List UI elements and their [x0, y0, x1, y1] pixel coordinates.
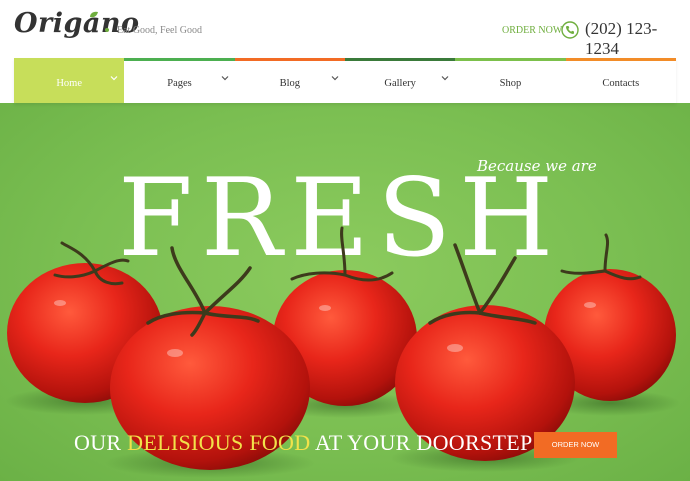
nav-item-home[interactable]: Home [14, 58, 125, 103]
nav-item-shop[interactable]: Shop [455, 58, 566, 103]
nav-item-label: Blog [279, 78, 301, 89]
nav-item-label: Gallery [384, 78, 416, 89]
nav-item-label: Contacts [602, 78, 640, 89]
nav-item-contacts[interactable]: Contacts [565, 58, 676, 103]
order-now-button[interactable]: ORDER NOW [534, 432, 617, 458]
phone-icon [561, 21, 579, 39]
logo-dot [105, 28, 109, 32]
order-now-link[interactable]: ORDER NOW [502, 25, 562, 36]
nav-item-label: Shop [499, 78, 522, 89]
nav-color-bar [455, 58, 566, 61]
nav-color-bar [14, 58, 125, 61]
chevron-down-icon [221, 76, 229, 81]
nav-item-gallery[interactable]: Gallery [344, 58, 456, 103]
nav-item-pages[interactable]: Pages [124, 58, 235, 103]
headline-part1: OUR [74, 430, 128, 455]
site-header: Origano Eat Good, Feel Good ORDER NOW (2… [0, 0, 690, 58]
hero-banner: Because we are FRESH OUR DELISIOUS FOOD … [0, 103, 690, 481]
chevron-down-icon [441, 76, 449, 81]
nav-item-blog[interactable]: Blog [234, 58, 345, 103]
hero-headline: OUR DELISIOUS FOOD AT YOUR DOORSTEP! [74, 430, 540, 456]
chevron-down-icon [331, 76, 339, 81]
headline-accent: DELISIOUS FOOD [127, 430, 311, 455]
leaf-icon [90, 11, 98, 18]
headline-part2: AT YOUR DOORSTEP! [310, 430, 541, 455]
phone-number[interactable]: (202) 123-1234 [585, 19, 690, 59]
nav-color-bar [565, 58, 676, 61]
site-tagline: Eat Good, Feel Good [117, 25, 202, 36]
nav-item-label: Pages [167, 78, 192, 89]
nav-color-bar [234, 58, 345, 61]
chevron-down-icon [110, 76, 118, 81]
nav-color-bar [344, 58, 456, 61]
nav-color-bar [124, 58, 235, 61]
nav-item-label: Home [56, 78, 82, 89]
main-nav: Home Pages Blog Gallery Shop Contacts [14, 58, 676, 103]
